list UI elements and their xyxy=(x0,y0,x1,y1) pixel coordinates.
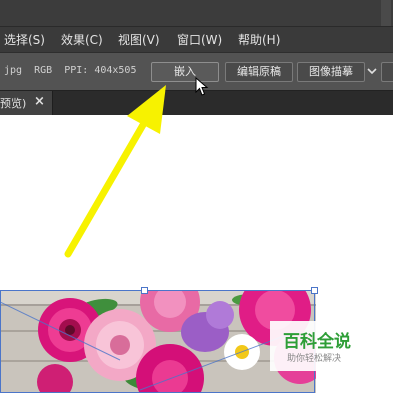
watermark: 百科全说 助你轻松解决 xyxy=(270,321,366,371)
watermark-subtitle: 助你轻松解决 xyxy=(287,354,342,364)
watermark-title: 百科全说 xyxy=(283,332,351,352)
mouse-cursor-icon xyxy=(195,77,209,96)
